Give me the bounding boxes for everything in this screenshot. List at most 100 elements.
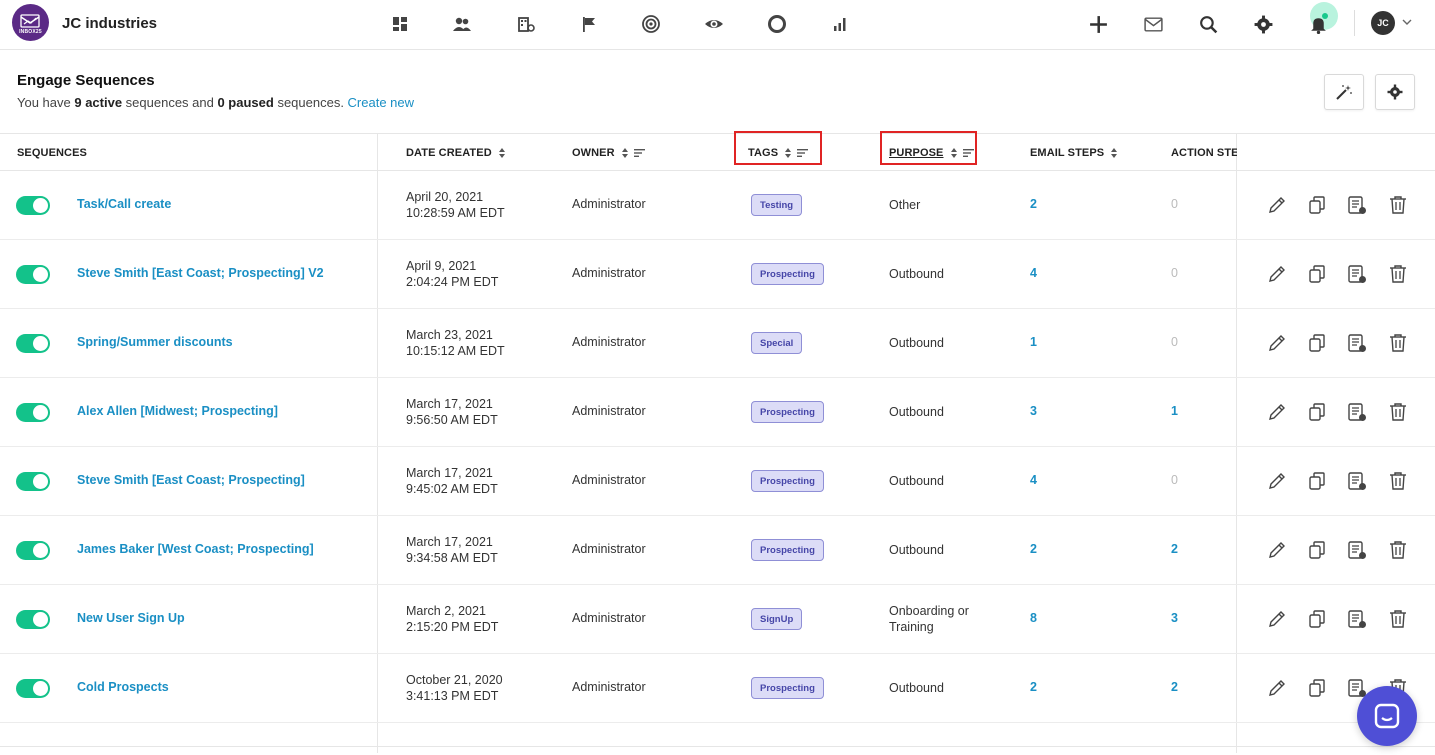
email-steps-count[interactable]: 8 xyxy=(1030,611,1037,625)
sequence-name-link[interactable]: Alex Allen [Midwest; Prospecting] xyxy=(77,404,278,418)
copy-icon[interactable] xyxy=(1305,400,1329,424)
edit-icon[interactable] xyxy=(1265,193,1289,217)
tag-badge[interactable]: Special xyxy=(751,332,803,354)
tag-badge[interactable]: Prospecting xyxy=(751,401,824,423)
trash-icon[interactable] xyxy=(1386,607,1410,631)
action-steps-count[interactable]: 1 xyxy=(1171,404,1178,418)
dashboard-icon[interactable] xyxy=(388,12,412,36)
action-steps-count[interactable]: 0 xyxy=(1171,473,1178,487)
copy-icon[interactable] xyxy=(1305,331,1329,355)
tag-badge[interactable]: Prospecting xyxy=(751,539,824,561)
settings-button[interactable] xyxy=(1375,74,1415,110)
sequence-active-toggle[interactable] xyxy=(16,265,50,284)
sequence-name-link[interactable]: Cold Prospects xyxy=(77,680,169,694)
trash-icon[interactable] xyxy=(1386,262,1410,286)
bell-icon[interactable] xyxy=(1306,12,1330,36)
sequence-name-link[interactable]: New User Sign Up xyxy=(77,611,185,625)
magic-wand-button[interactable] xyxy=(1324,74,1364,110)
sequence-active-toggle[interactable] xyxy=(16,541,50,560)
sequence-name-link[interactable]: James Baker [West Coast; Prospecting] xyxy=(77,542,314,556)
sequence-active-toggle[interactable] xyxy=(16,196,50,215)
search-icon[interactable] xyxy=(1196,12,1220,36)
action-steps-count[interactable]: 2 xyxy=(1171,680,1178,694)
sequence-active-toggle[interactable] xyxy=(16,403,50,422)
edit-icon[interactable] xyxy=(1265,262,1289,286)
report-icon[interactable] xyxy=(1345,193,1369,217)
chevron-down-icon[interactable] xyxy=(1400,15,1414,29)
copy-icon[interactable] xyxy=(1305,193,1329,217)
trash-icon[interactable] xyxy=(1386,331,1410,355)
copy-icon[interactable] xyxy=(1305,676,1329,700)
owner: Administrator xyxy=(572,404,646,418)
email-steps-count[interactable]: 1 xyxy=(1030,335,1037,349)
flag-icon[interactable] xyxy=(577,12,601,36)
email-steps-count[interactable]: 2 xyxy=(1030,542,1037,556)
copy-icon[interactable] xyxy=(1305,607,1329,631)
company-logo[interactable]: INBOX25 xyxy=(12,4,49,41)
sort-icon[interactable] xyxy=(1110,147,1118,159)
mail-icon[interactable] xyxy=(1141,12,1165,36)
copy-icon[interactable] xyxy=(1305,538,1329,562)
action-steps-count[interactable]: 3 xyxy=(1171,611,1178,625)
sequence-name-link[interactable]: Spring/Summer discounts xyxy=(77,335,233,349)
add-icon[interactable] xyxy=(1086,12,1110,36)
col-action-steps[interactable]: ACTION STEI xyxy=(1171,134,1237,171)
eye-icon[interactable] xyxy=(702,12,726,36)
edit-icon[interactable] xyxy=(1265,607,1289,631)
trash-icon[interactable] xyxy=(1386,469,1410,493)
sequence-name-link[interactable]: Task/Call create xyxy=(77,197,171,211)
tag-badge[interactable]: Testing xyxy=(751,194,803,216)
email-steps-count[interactable]: 3 xyxy=(1030,404,1037,418)
user-avatar[interactable]: JC xyxy=(1371,11,1395,35)
filter-icon[interactable] xyxy=(633,148,645,158)
trash-icon[interactable] xyxy=(1386,400,1410,424)
report-icon[interactable] xyxy=(1345,262,1369,286)
sequence-active-toggle[interactable] xyxy=(16,472,50,491)
email-steps-count[interactable]: 2 xyxy=(1030,680,1037,694)
col-owner[interactable]: OWNER xyxy=(572,134,645,171)
action-steps-count[interactable]: 0 xyxy=(1171,335,1178,349)
edit-icon[interactable] xyxy=(1265,676,1289,700)
sequence-name-link[interactable]: Steve Smith [East Coast; Prospecting] V2 xyxy=(77,266,324,280)
trash-icon[interactable] xyxy=(1386,538,1410,562)
tag-badge[interactable]: Prospecting xyxy=(751,677,824,699)
tag-badge[interactable]: SignUp xyxy=(751,608,803,630)
sequence-active-toggle[interactable] xyxy=(16,334,50,353)
bar-chart-icon[interactable] xyxy=(828,12,852,36)
sequence-active-toggle[interactable] xyxy=(16,610,50,629)
copy-icon[interactable] xyxy=(1305,469,1329,493)
chat-launcher-button[interactable] xyxy=(1357,686,1417,746)
edit-icon[interactable] xyxy=(1265,331,1289,355)
edit-icon[interactable] xyxy=(1265,538,1289,562)
action-steps-count[interactable]: 0 xyxy=(1171,197,1178,211)
trash-icon[interactable] xyxy=(1386,193,1410,217)
edit-icon[interactable] xyxy=(1265,469,1289,493)
sequence-name-link[interactable]: Steve Smith [East Coast; Prospecting] xyxy=(77,473,305,487)
report-icon[interactable] xyxy=(1345,331,1369,355)
email-steps-count[interactable]: 4 xyxy=(1030,266,1037,280)
companies-icon[interactable] xyxy=(514,12,538,36)
action-steps-count[interactable]: 2 xyxy=(1171,542,1178,556)
col-email-steps[interactable]: EMAIL STEPS xyxy=(1030,134,1118,171)
email-steps-count[interactable]: 4 xyxy=(1030,473,1037,487)
sequence-active-toggle[interactable] xyxy=(16,679,50,698)
report-icon[interactable] xyxy=(1345,400,1369,424)
tag-badge[interactable]: Prospecting xyxy=(751,470,824,492)
create-new-link[interactable]: Create new xyxy=(348,95,414,110)
report-icon[interactable] xyxy=(1345,607,1369,631)
target-icon[interactable] xyxy=(639,12,663,36)
report-icon[interactable] xyxy=(1345,538,1369,562)
report-icon[interactable] xyxy=(1345,469,1369,493)
edit-icon[interactable] xyxy=(1265,400,1289,424)
sort-icon[interactable] xyxy=(621,147,629,159)
settings-gear-icon[interactable] xyxy=(1251,12,1275,36)
sort-icon[interactable] xyxy=(498,147,506,159)
email-steps-count[interactable]: 2 xyxy=(1030,197,1037,211)
circle-icon[interactable] xyxy=(765,12,789,36)
contacts-icon[interactable] xyxy=(450,12,474,36)
company-name[interactable]: JC industries xyxy=(62,15,157,32)
tag-badge[interactable]: Prospecting xyxy=(751,263,824,285)
copy-icon[interactable] xyxy=(1305,262,1329,286)
col-date-created[interactable]: DATE CREATED xyxy=(406,134,506,171)
action-steps-count[interactable]: 0 xyxy=(1171,266,1178,280)
